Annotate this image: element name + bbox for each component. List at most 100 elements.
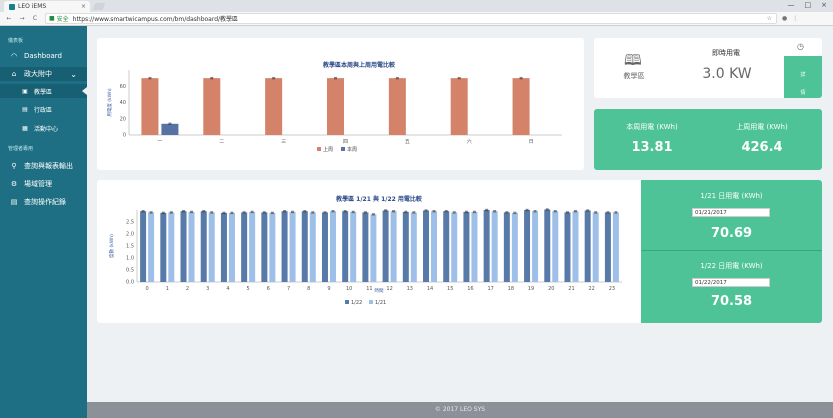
x-tick-label: 2: [186, 286, 189, 292]
bar-1/21: [249, 211, 256, 282]
sidebar-item-teaching-area[interactable]: ▣ 教學區: [0, 84, 87, 98]
day2-date-input[interactable]: 01/22/2017: [692, 278, 770, 287]
url-text: https://www.smartwicampus.com/bm/dashboa…: [72, 16, 239, 23]
gauge-icon: ◠: [10, 52, 18, 60]
extension-icon[interactable]: ●: [782, 15, 787, 22]
bar-1/22: [220, 212, 227, 282]
chart-title: 教學區本周與上周用電比較: [322, 61, 396, 69]
bar-1/21: [370, 214, 377, 282]
y-tick-label: 40: [120, 100, 126, 106]
sidebar-item-admin-area[interactable]: ▤ 行政區: [0, 102, 87, 116]
sidebar-item-dashboard[interactable]: ◠ Dashboard: [0, 49, 87, 63]
url-bar[interactable]: ■ 安全 https://www.smartwicampus.com/bm/da…: [45, 13, 777, 24]
error-cap: [230, 211, 234, 215]
error-cap: [606, 211, 610, 214]
bar-1/22: [160, 212, 167, 282]
bookmark-star-icon[interactable]: ☆: [767, 15, 772, 22]
bar-1/22: [443, 211, 450, 282]
bar-1/22: [564, 212, 571, 282]
day2-label: 1/22 日用電 (KWh): [700, 262, 763, 270]
back-button[interactable]: ←: [5, 15, 13, 22]
chart-title: 教學區 1/21 與 1/22 用電比較: [335, 195, 423, 203]
realtime-card: 🕮 教學區 即時用電 3.0 KW ◷ 詳情: [594, 38, 822, 98]
sidebar-item-campus[interactable]: ⌂ 政大附中 ⌄: [0, 67, 87, 81]
bar-1/21: [451, 212, 458, 282]
y-tick-label: 60: [120, 84, 126, 90]
building-icon: ▤: [22, 105, 28, 113]
bar-1/21: [410, 212, 417, 282]
sidebar-item-operation-log[interactable]: ▤ 查詢操作紀錄: [0, 195, 87, 209]
x-tick-label: 10: [346, 286, 352, 292]
x-tick-label: 6: [267, 286, 270, 292]
close-window-button[interactable]: ×: [821, 1, 827, 9]
weekly-chart: 教學區本周與上周用電比較用電度 (kWh) 0 20 40 60 一 二 三 四 五 六 日上周 本周: [106, 61, 562, 153]
bar-1/22: [200, 211, 207, 282]
bar-1/21: [390, 211, 397, 282]
bar-1/22: [544, 209, 551, 282]
x-tick-label: 二: [219, 139, 224, 145]
bar-1/22: [483, 210, 490, 282]
bar-1/21: [511, 212, 518, 282]
sidebar-item-label: 查詢與報表輸出: [24, 162, 73, 170]
bar-1/22: [342, 211, 349, 282]
error-cap: [202, 210, 206, 213]
x-tick-label: 13: [407, 286, 413, 292]
weekly-summary-card: 本周用電 (KWh) 13.81 上周用電 (KWh) 426.4: [594, 109, 822, 170]
error-cap: [533, 210, 537, 213]
error-cap: [573, 210, 577, 213]
x-tick-label: 14: [427, 286, 433, 292]
error-cap: [210, 76, 214, 80]
day1-date-input[interactable]: 01/21/2017: [692, 208, 770, 217]
y-tick-label: 1.0: [126, 256, 134, 262]
legend-label: 本周: [347, 146, 357, 153]
error-cap: [190, 210, 194, 214]
x-tick-label: 0: [146, 286, 149, 292]
x-tick-label: 17: [487, 286, 493, 292]
x-tick-label: 日: [529, 139, 534, 145]
bar-1/21: [491, 211, 498, 282]
sidebar-item-site-management[interactable]: ⚙ 場域管理: [0, 177, 87, 191]
x-tick-label: 六: [467, 138, 472, 145]
menu-icon[interactable]: ⋮: [792, 15, 798, 22]
y-axis-label: 用電度 (kWh): [106, 88, 113, 117]
sidebar-item-report[interactable]: ⚲ 查詢與報表輸出: [0, 159, 87, 173]
sidebar-item-label: 查詢操作紀錄: [24, 198, 66, 206]
bar-1/21: [329, 211, 336, 282]
reload-button[interactable]: C: [31, 15, 39, 22]
minimize-button[interactable]: —: [788, 1, 795, 9]
address-toolbar: ← → C ■ 安全 https://www.smartwicampus.com…: [0, 12, 833, 26]
error-cap: [210, 211, 214, 214]
y-tick-label: 20: [120, 116, 126, 122]
legend-swatch: [341, 147, 345, 151]
divider: [641, 250, 822, 251]
bar-上周: [388, 78, 406, 135]
bar-1/22: [261, 212, 268, 282]
bar-上周: [450, 78, 468, 135]
building-icon: ▣: [22, 87, 28, 95]
error-cap: [250, 210, 254, 214]
sidebar-item-activity-center[interactable]: ▦ 活動中心: [0, 121, 87, 135]
browser-tab[interactable]: LEO iEMS ×: [4, 1, 90, 12]
forward-button[interactable]: →: [18, 15, 26, 22]
close-tab-icon[interactable]: ×: [81, 3, 86, 10]
error-cap: [614, 211, 618, 214]
x-tick-label: 5: [247, 286, 250, 292]
bar-1/22: [524, 210, 531, 282]
x-tick-label: 7: [287, 286, 290, 292]
error-cap: [513, 211, 517, 215]
x-tick-label: 四: [343, 139, 348, 145]
error-cap: [343, 210, 347, 213]
error-cap: [351, 210, 355, 214]
bar-1/21: [148, 212, 155, 282]
footer: © 2017 LEO SYS: [87, 402, 833, 418]
bar-1/22: [503, 212, 510, 282]
error-cap: [444, 210, 448, 213]
bar-1/22: [584, 210, 591, 282]
realtime-side-panel[interactable]: 詳情: [784, 56, 822, 98]
building-icon: ▦: [22, 124, 28, 132]
new-tab-button[interactable]: [92, 3, 106, 10]
legend-swatch: [345, 300, 349, 304]
bar-上周: [327, 78, 344, 135]
browser-tabbar: LEO iEMS × — □ ×: [0, 0, 833, 12]
maximize-button[interactable]: □: [805, 1, 812, 9]
